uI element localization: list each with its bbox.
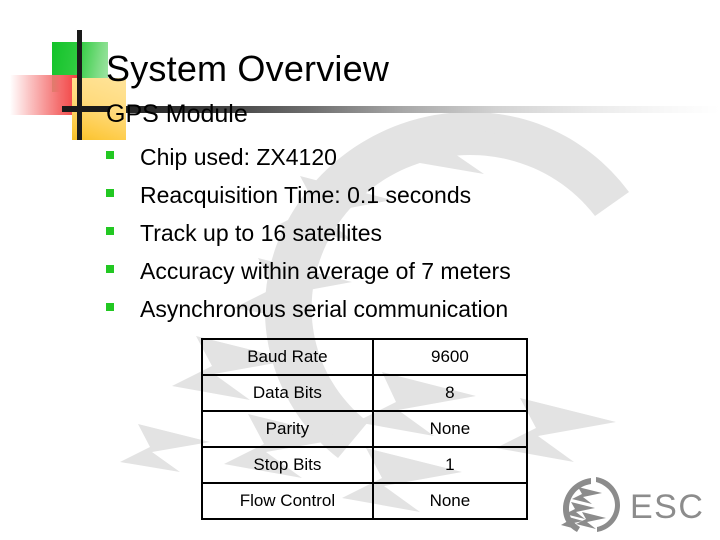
list-item: Accuracy within average of 7 meters xyxy=(106,252,666,290)
esc-crescent-icon xyxy=(563,477,620,532)
list-item-label: Asynchronous serial communication xyxy=(140,296,509,322)
table-row: Stop Bits 1 xyxy=(201,446,529,484)
table-cell-name: Flow Control xyxy=(201,482,374,520)
list-item-label: Accuracy within average of 7 meters xyxy=(140,258,511,284)
table-cell-name: Data Bits xyxy=(201,374,374,412)
list-item-label: Reacquisition Time: 0.1 seconds xyxy=(140,182,472,208)
serial-settings-table: Baud Rate 9600 Data Bits 8 Parity None S… xyxy=(201,338,529,520)
bullet-square-icon xyxy=(106,151,114,159)
table-row: Baud Rate 9600 xyxy=(201,338,529,376)
list-item: Track up to 16 satellites xyxy=(106,214,666,252)
table-row: Flow Control None xyxy=(201,482,529,520)
table-row: Parity None xyxy=(201,410,529,448)
list-item: Asynchronous serial communication xyxy=(106,290,666,328)
page-subtitle: GPS Module xyxy=(106,99,248,128)
esc-wordmark: ESC xyxy=(630,488,704,526)
page-title: System Overview xyxy=(106,48,390,90)
deco-vertical-line xyxy=(77,30,82,140)
table-cell-name: Parity xyxy=(201,410,374,448)
table-cell-value: 9600 xyxy=(371,338,529,376)
table-cell-value: 8 xyxy=(371,374,529,412)
list-item: Chip used: ZX4120 xyxy=(106,138,666,176)
bullet-square-icon xyxy=(106,265,114,273)
list-item-label: Chip used: ZX4120 xyxy=(140,144,337,170)
bullet-list: Chip used: ZX4120 Reacquisition Time: 0.… xyxy=(106,138,666,328)
table-cell-value: None xyxy=(371,410,529,448)
bullet-square-icon xyxy=(106,303,114,311)
table-cell-value: None xyxy=(371,482,529,520)
esc-brand-logo: ESC xyxy=(561,477,704,532)
list-item: Reacquisition Time: 0.1 seconds xyxy=(106,176,666,214)
table-cell-name: Stop Bits xyxy=(201,446,374,484)
deco-horizontal-line xyxy=(62,106,110,112)
bullet-square-icon xyxy=(106,189,114,197)
table-cell-name: Baud Rate xyxy=(201,338,374,376)
list-item-label: Track up to 16 satellites xyxy=(140,220,383,246)
bullet-square-icon xyxy=(106,227,114,235)
decorative-logo xyxy=(0,30,126,140)
table-row: Data Bits 8 xyxy=(201,374,529,412)
table-cell-value: 1 xyxy=(371,446,529,484)
